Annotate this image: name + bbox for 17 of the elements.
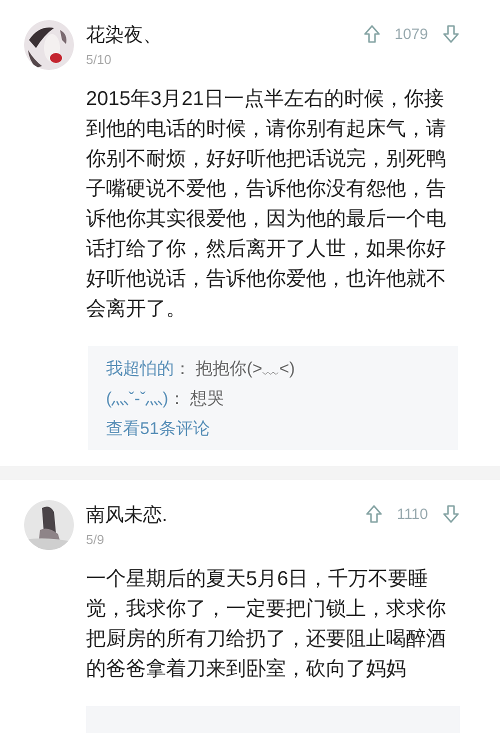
vote-count: 1110 <box>396 506 428 522</box>
reply-author[interactable]: (灬ˇ-ˇ灬) <box>106 389 168 408</box>
post-date: 5/10 <box>86 52 112 67</box>
upvote-icon[interactable] <box>362 24 381 44</box>
username[interactable]: 南风未恋. <box>86 502 353 528</box>
view-comments-link[interactable]: 查看51条评论 <box>106 416 210 442</box>
downvote-icon[interactable] <box>442 504 460 524</box>
reply-text: ： 想哭 <box>168 389 224 408</box>
comment-text: 一个星期后的夏天5月6日，千万不要睡觉，我求你了，一定要把门锁上，求求你把厨房的所有刀给扔了，还要阻止喝醉酒的爸爸拿着刀来到卧室，砍向了妈妈 <box>86 567 447 682</box>
username[interactable]: 花染夜、 <box>86 22 351 48</box>
vote-count: 1079 <box>394 26 428 42</box>
comment-text: 2015年3月21日一点半左右的时候，你接到他的电话的时候，请你别有起床气，请你别不耐烦，好好听他把话说完，别死鸭子嘴硬说不爱他，告诉他你没有怨他，告诉他你其实很爱他，因为他的最后一个电话打给了你，然后离开了人世，如果你好好听他说话，告诉他你爱他，也许他就不会离开了。 <box>86 87 447 322</box>
downvote-icon[interactable] <box>442 24 460 44</box>
reply-text: ： 抱抱你(>﹏<) <box>174 359 295 378</box>
upvote-icon[interactable] <box>364 504 383 524</box>
post-date: 5/9 <box>86 532 106 547</box>
reply-author[interactable]: 我超怕的 <box>106 359 174 378</box>
